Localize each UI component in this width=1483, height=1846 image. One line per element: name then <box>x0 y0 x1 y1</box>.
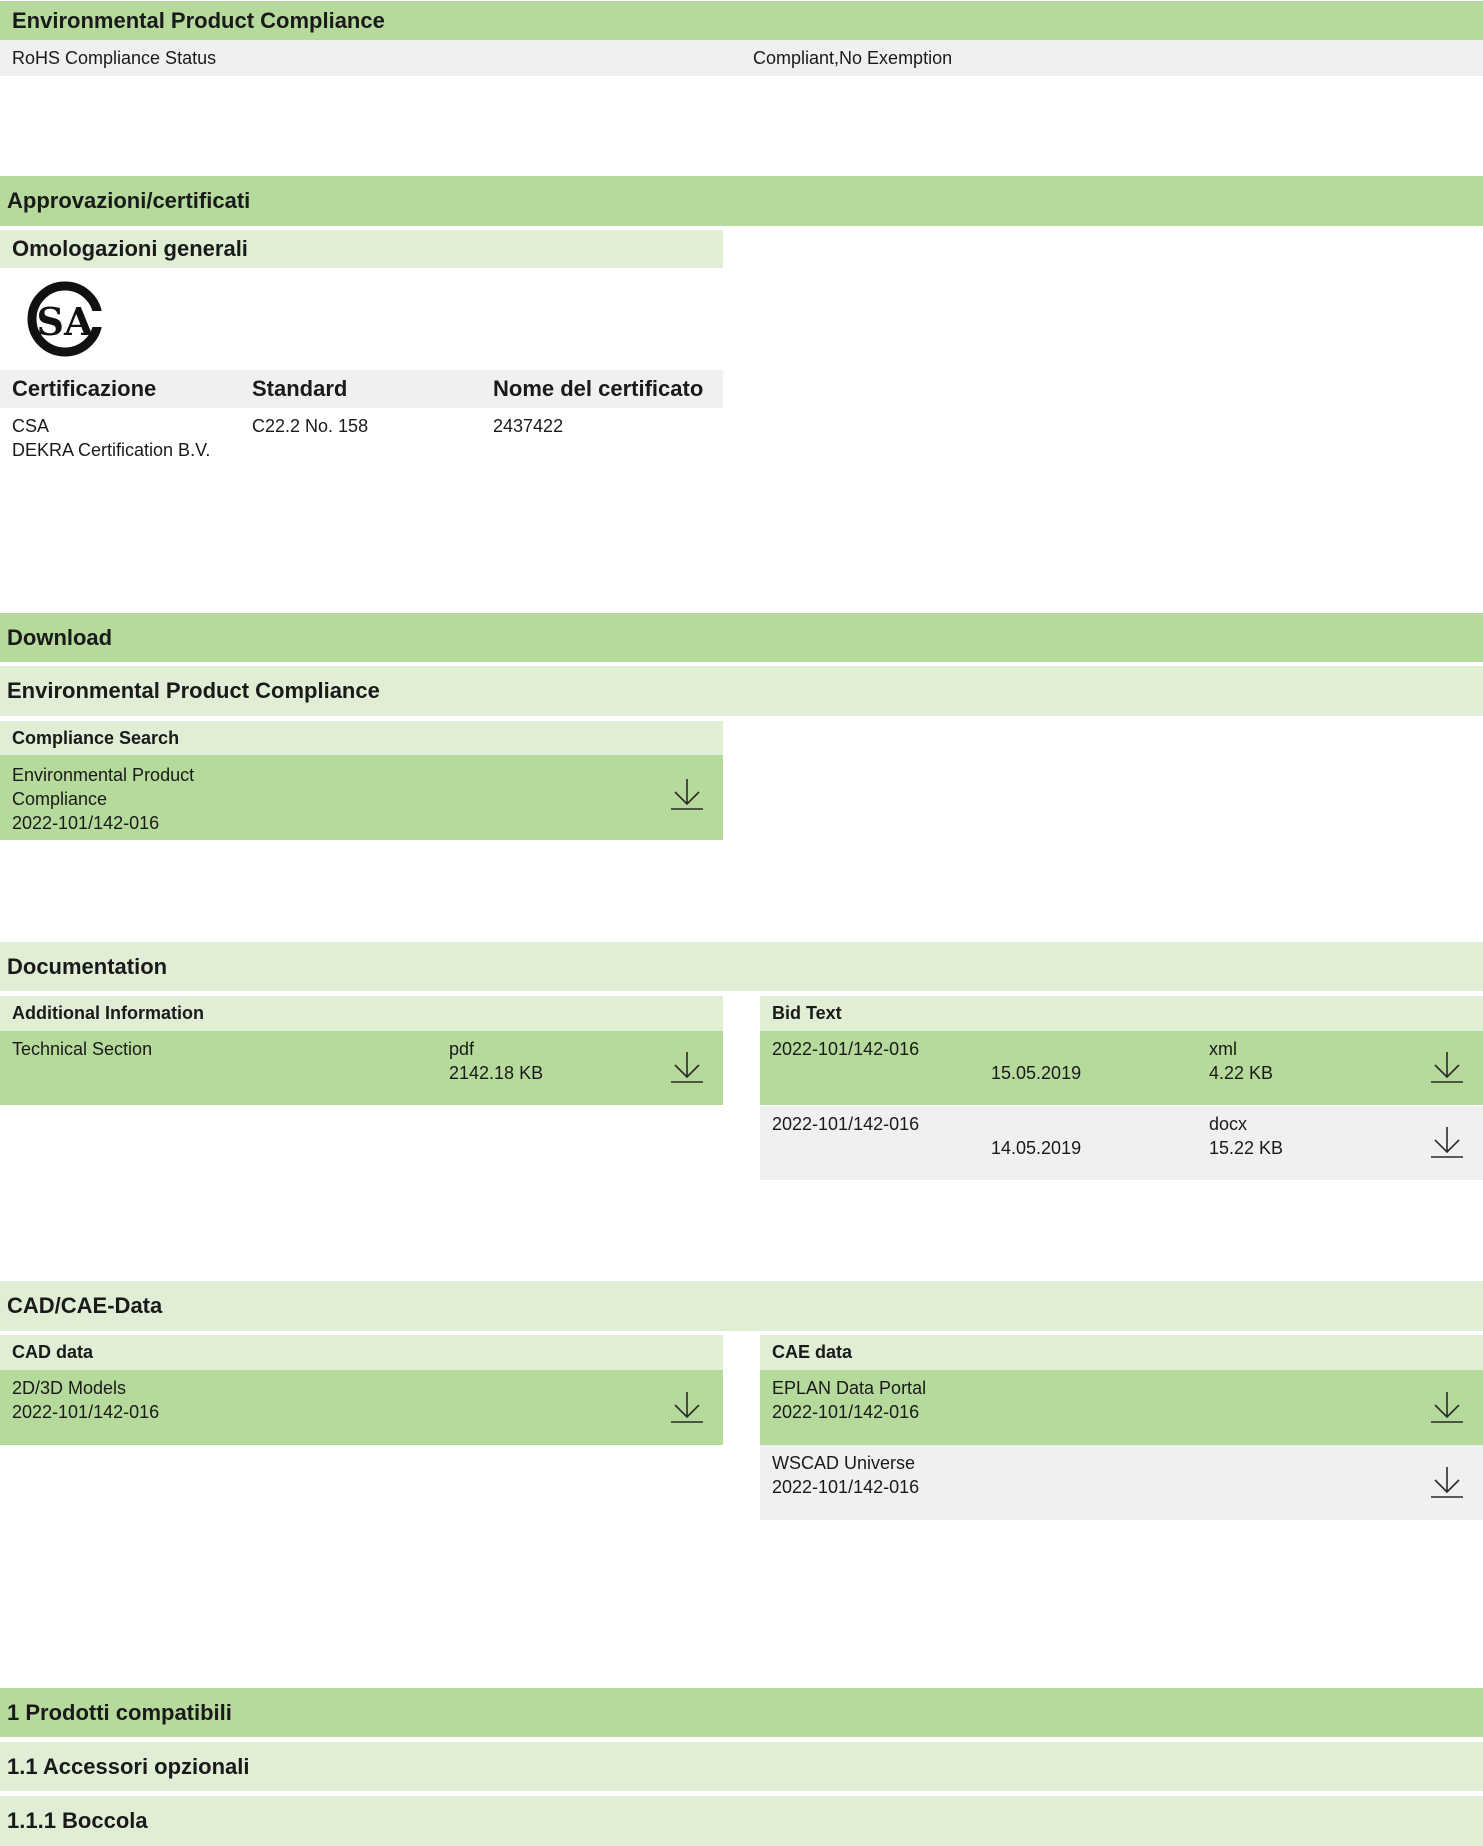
standard-value: C22.2 No. 158 <box>252 416 369 436</box>
certificate-name-value: 2437422 <box>493 416 564 436</box>
item-date: 15.05.2019 <box>991 1063 1082 1083</box>
certification-name: CSA <box>12 416 50 436</box>
download-section-title: Download <box>0 613 1483 662</box>
technical-section-item[interactable]: Technical Section pdf 2142.18 KB <box>0 1031 723 1105</box>
bushing-title: 1.1.1 Boccola <box>0 1796 1483 1846</box>
download-sub-title: Environmental Product Compliance <box>0 666 1483 716</box>
cae-data-title: CAE data <box>760 1335 1483 1370</box>
download-arrow-icon[interactable] <box>1430 1125 1464 1159</box>
download-arrow-icon[interactable] <box>1430 1465 1464 1499</box>
download-arrow-icon[interactable] <box>670 1050 704 1084</box>
approvals-table-header: Certificazione Standard Nome del certifi… <box>0 370 723 408</box>
item-type: xml <box>1209 1039 1237 1059</box>
column-header-certificate-name: Nome del certificato <box>493 376 704 401</box>
rohs-label: RoHS Compliance Status <box>12 48 217 68</box>
item-line1: Environmental Product <box>12 765 195 785</box>
optional-accessories-title: 1.1 Accessori opzionali <box>0 1742 1483 1791</box>
cae-item[interactable]: EPLAN Data Portal 2022-101/142-016 <box>760 1370 1483 1445</box>
rohs-value: Compliant,No Exemption <box>753 48 953 68</box>
column-header-standard: Standard <box>252 376 348 401</box>
item-name: 2022-101/142-016 <box>772 1039 920 1059</box>
csa-logo-icon: SA <box>26 277 108 362</box>
additional-information-title: Additional Information <box>0 996 723 1031</box>
item-type: docx <box>1209 1114 1248 1134</box>
cad-data-title: CAD data <box>0 1335 723 1370</box>
item-line2: 2022-101/142-016 <box>772 1402 920 1422</box>
bid-text-title: Bid Text <box>760 996 1483 1031</box>
bid-text-item[interactable]: 2022-101/142-016 14.05.2019 docx 15.22 K… <box>760 1106 1483 1180</box>
item-size: 15.22 KB <box>1209 1138 1284 1158</box>
column-header-certification: Certificazione <box>12 376 157 401</box>
general-approvals-title: Omologazioni generali <box>0 230 723 268</box>
download-arrow-icon[interactable] <box>670 1390 704 1424</box>
cad-cae-section-title: CAD/CAE-Data <box>0 1281 1483 1331</box>
download-arrow-icon[interactable] <box>670 777 704 811</box>
documentation-section-title: Documentation <box>0 942 1483 991</box>
certification-body: DEKRA Certification B.V. <box>12 440 211 460</box>
download-arrow-icon[interactable] <box>1430 1390 1464 1424</box>
item-line2: Compliance <box>12 789 108 809</box>
item-line1: 2D/3D Models <box>12 1378 127 1398</box>
item-line2: 2022-101/142-016 <box>772 1477 920 1497</box>
svg-text:SA: SA <box>37 299 94 344</box>
item-name: Technical Section <box>12 1039 153 1059</box>
bid-text-item[interactable]: 2022-101/142-016 15.05.2019 xml 4.22 KB <box>760 1031 1483 1105</box>
rohs-row: RoHS Compliance Status Compliant,No Exem… <box>0 40 1483 76</box>
compatible-products-title: 1 Prodotti compatibili <box>0 1688 1483 1737</box>
item-line2: 2022-101/142-016 <box>12 1402 160 1422</box>
epc-section-title: Environmental Product Compliance <box>0 1 1483 40</box>
item-line1: EPLAN Data Portal <box>772 1378 927 1398</box>
cad-models-item[interactable]: 2D/3D Models 2022-101/142-016 <box>0 1370 723 1445</box>
item-line1: WSCAD Universe <box>772 1453 916 1473</box>
item-size: 2142.18 KB <box>449 1063 544 1083</box>
item-date: 14.05.2019 <box>991 1138 1082 1158</box>
compliance-search-title: Compliance Search <box>0 721 723 755</box>
cae-item[interactable]: WSCAD Universe 2022-101/142-016 <box>760 1445 1483 1520</box>
item-name: 2022-101/142-016 <box>772 1114 920 1134</box>
item-size: 4.22 KB <box>1209 1063 1274 1083</box>
approvals-section-title: Approvazioni/certificati <box>0 176 1483 226</box>
download-arrow-icon[interactable] <box>1430 1050 1464 1084</box>
item-line3: 2022-101/142-016 <box>12 813 160 833</box>
item-type: pdf <box>449 1039 475 1059</box>
compliance-download-item[interactable]: Environmental Product Compliance 2022-10… <box>0 755 723 840</box>
table-row: CSA DEKRA Certification B.V. C22.2 No. 1… <box>0 414 723 464</box>
